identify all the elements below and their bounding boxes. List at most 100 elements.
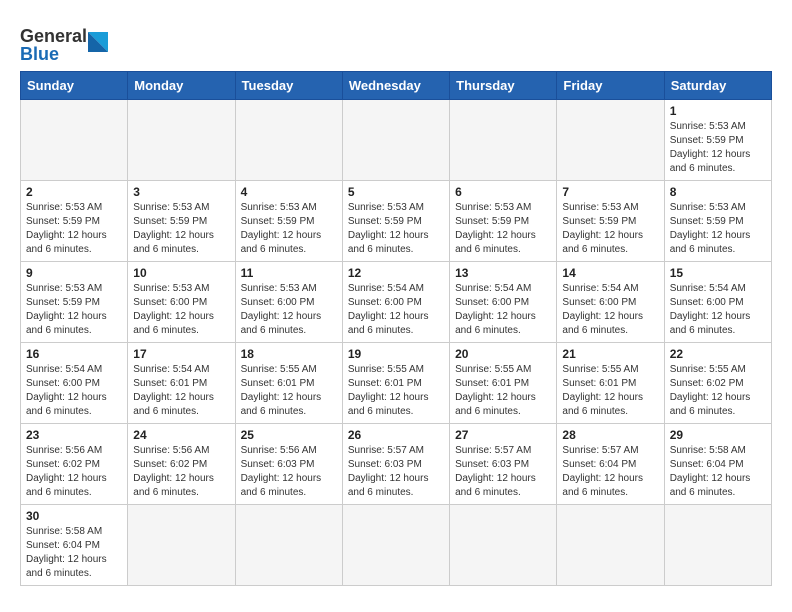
calendar-cell — [342, 100, 449, 181]
day-info: Sunrise: 5:55 AMSunset: 6:01 PMDaylight:… — [562, 363, 658, 419]
day-number: 1 — [670, 104, 766, 118]
day-info: Sunrise: 5:54 AMSunset: 6:00 PMDaylight:… — [670, 282, 766, 338]
calendar-cell: 27Sunrise: 5:57 AMSunset: 6:03 PMDayligh… — [450, 424, 557, 505]
day-number: 28 — [562, 428, 658, 442]
calendar-cell — [342, 505, 449, 586]
calendar-week-5: 23Sunrise: 5:56 AMSunset: 6:02 PMDayligh… — [21, 424, 772, 505]
day-info: Sunrise: 5:53 AMSunset: 5:59 PMDaylight:… — [241, 201, 337, 257]
day-number: 16 — [26, 347, 122, 361]
calendar-cell: 11 Sunrise: 5:53 AMSunset: 6:00 PMDayligh… — [235, 262, 342, 343]
day-number: 4 — [241, 185, 337, 199]
calendar-week-6: 30 Sunrise: 5:58 AMSunset: 6:04 PMDayligh… — [21, 505, 772, 586]
day-number: 6 — [455, 185, 551, 199]
calendar-cell: 8Sunrise: 5:53 AMSunset: 5:59 PMDaylight… — [664, 181, 771, 262]
day-info: Sunrise: 5:54 AMSunset: 6:00 PMDaylight:… — [562, 282, 658, 338]
calendar-cell: 28Sunrise: 5:57 AMSunset: 6:04 PMDayligh… — [557, 424, 664, 505]
calendar-cell — [557, 505, 664, 586]
day-number: 25 — [241, 428, 337, 442]
day-number: 18 — [241, 347, 337, 361]
day-number: 5 — [348, 185, 444, 199]
day-number: 10 — [133, 266, 229, 280]
calendar-cell — [450, 100, 557, 181]
day-number: 12 — [348, 266, 444, 280]
day-info: Sunrise: 5:54 AMSunset: 6:00 PMDaylight:… — [26, 363, 122, 419]
calendar-cell: 21 Sunrise: 5:55 AMSunset: 6:01 PMDayligh… — [557, 343, 664, 424]
day-info: Sunrise: 5:53 AMSunset: 5:59 PMDaylight:… — [26, 201, 122, 257]
calendar-cell: 29Sunrise: 5:58 AMSunset: 6:04 PMDayligh… — [664, 424, 771, 505]
calendar-cell: 4 Sunrise: 5:53 AMSunset: 5:59 PMDaylight… — [235, 181, 342, 262]
day-info: Sunrise: 5:53 AMSunset: 5:59 PMDaylight:… — [348, 201, 444, 257]
day-info: Sunrise: 5:55 AMSunset: 6:01 PMDaylight:… — [348, 363, 444, 419]
day-number: 8 — [670, 185, 766, 199]
day-number: 24 — [133, 428, 229, 442]
calendar-week-2: 2 Sunrise: 5:53 AMSunset: 5:59 PMDaylight… — [21, 181, 772, 262]
day-header-thursday: Thursday — [450, 72, 557, 100]
day-header-saturday: Saturday — [664, 72, 771, 100]
calendar-cell — [664, 505, 771, 586]
day-number: 7 — [562, 185, 658, 199]
logo: General Blue — [20, 20, 120, 65]
calendar-cell: 6 Sunrise: 5:53 AMSunset: 5:59 PMDaylight… — [450, 181, 557, 262]
day-number: 3 — [133, 185, 229, 199]
day-info: Sunrise: 5:56 AMSunset: 6:02 PMDaylight:… — [26, 444, 122, 500]
day-info: Sunrise: 5:54 AMSunset: 6:00 PMDaylight:… — [455, 282, 551, 338]
calendar-cell — [235, 100, 342, 181]
day-number: 21 — [562, 347, 658, 361]
calendar-cell: 10 Sunrise: 5:53 AMSunset: 6:00 PMDayligh… — [128, 262, 235, 343]
day-number: 26 — [348, 428, 444, 442]
day-info: Sunrise: 5:58 AMSunset: 6:04 PMDaylight:… — [26, 525, 122, 581]
calendar-cell — [128, 505, 235, 586]
calendar-cell: 26 Sunrise: 5:57 AMSunset: 6:03 PMDayligh… — [342, 424, 449, 505]
day-header-tuesday: Tuesday — [235, 72, 342, 100]
day-info: Sunrise: 5:54 AMSunset: 6:00 PMDaylight:… — [348, 282, 444, 338]
day-info: Sunrise: 5:53 AMSunset: 5:59 PMDaylight:… — [455, 201, 551, 257]
calendar-cell: 25 Sunrise: 5:56 AMSunset: 6:03 PMDayligh… — [235, 424, 342, 505]
calendar-week-4: 16 Sunrise: 5:54 AMSunset: 6:00 PMDayligh… — [21, 343, 772, 424]
day-info: Sunrise: 5:55 AMSunset: 6:01 PMDaylight:… — [241, 363, 337, 419]
day-number: 20 — [455, 347, 551, 361]
day-number: 9 — [26, 266, 122, 280]
calendar-cell: 19 Sunrise: 5:55 AMSunset: 6:01 PMDayligh… — [342, 343, 449, 424]
day-number: 19 — [348, 347, 444, 361]
day-info: Sunrise: 5:53 AMSunset: 6:00 PMDaylight:… — [133, 282, 229, 338]
day-info: Sunrise: 5:58 AMSunset: 6:04 PMDaylight:… — [670, 444, 766, 500]
calendar-cell: 30 Sunrise: 5:58 AMSunset: 6:04 PMDayligh… — [21, 505, 128, 586]
calendar-cell: 3Sunrise: 5:53 AMSunset: 5:59 PMDaylight… — [128, 181, 235, 262]
calendar-cell: 13 Sunrise: 5:54 AMSunset: 6:00 PMDayligh… — [450, 262, 557, 343]
calendar-cell: 9Sunrise: 5:53 AMSunset: 5:59 PMDaylight… — [21, 262, 128, 343]
day-number: 13 — [455, 266, 551, 280]
day-info: Sunrise: 5:53 AMSunset: 5:59 PMDaylight:… — [670, 120, 766, 176]
day-info: Sunrise: 5:57 AMSunset: 6:03 PMDaylight:… — [348, 444, 444, 500]
day-info: Sunrise: 5:55 AMSunset: 6:02 PMDaylight:… — [670, 363, 766, 419]
calendar-cell: 14Sunrise: 5:54 AMSunset: 6:00 PMDayligh… — [557, 262, 664, 343]
day-info: Sunrise: 5:56 AMSunset: 6:02 PMDaylight:… — [133, 444, 229, 500]
day-info: Sunrise: 5:56 AMSunset: 6:03 PMDaylight:… — [241, 444, 337, 500]
day-number: 22 — [670, 347, 766, 361]
svg-text:General: General — [20, 26, 87, 46]
day-header-sunday: Sunday — [21, 72, 128, 100]
calendar-cell: 23Sunrise: 5:56 AMSunset: 6:02 PMDayligh… — [21, 424, 128, 505]
day-header-friday: Friday — [557, 72, 664, 100]
calendar-cell: 1 Sunrise: 5:53 AMSunset: 5:59 PMDaylight… — [664, 100, 771, 181]
day-header-monday: Monday — [128, 72, 235, 100]
day-number: 2 — [26, 185, 122, 199]
calendar-cell: 2 Sunrise: 5:53 AMSunset: 5:59 PMDaylight… — [21, 181, 128, 262]
calendar-cell: 12 Sunrise: 5:54 AMSunset: 6:00 PMDayligh… — [342, 262, 449, 343]
calendar-cell: 20 Sunrise: 5:55 AMSunset: 6:01 PMDayligh… — [450, 343, 557, 424]
calendar-week-1: 1 Sunrise: 5:53 AMSunset: 5:59 PMDaylight… — [21, 100, 772, 181]
day-info: Sunrise: 5:53 AMSunset: 6:00 PMDaylight:… — [241, 282, 337, 338]
day-number: 30 — [26, 509, 122, 523]
day-info: Sunrise: 5:54 AMSunset: 6:01 PMDaylight:… — [133, 363, 229, 419]
calendar-cell: 5 Sunrise: 5:53 AMSunset: 5:59 PMDaylight… — [342, 181, 449, 262]
svg-text:Blue: Blue — [20, 44, 59, 64]
page-header: General Blue — [20, 20, 772, 65]
calendar-cell: 17Sunrise: 5:54 AMSunset: 6:01 PMDayligh… — [128, 343, 235, 424]
day-info: Sunrise: 5:55 AMSunset: 6:01 PMDaylight:… — [455, 363, 551, 419]
day-number: 15 — [670, 266, 766, 280]
calendar-cell — [450, 505, 557, 586]
calendar-cell — [557, 100, 664, 181]
calendar-table: SundayMondayTuesdayWednesdayThursdayFrid… — [20, 71, 772, 586]
day-number: 27 — [455, 428, 551, 442]
day-number: 11 — [241, 266, 337, 280]
calendar-header-row: SundayMondayTuesdayWednesdayThursdayFrid… — [21, 72, 772, 100]
